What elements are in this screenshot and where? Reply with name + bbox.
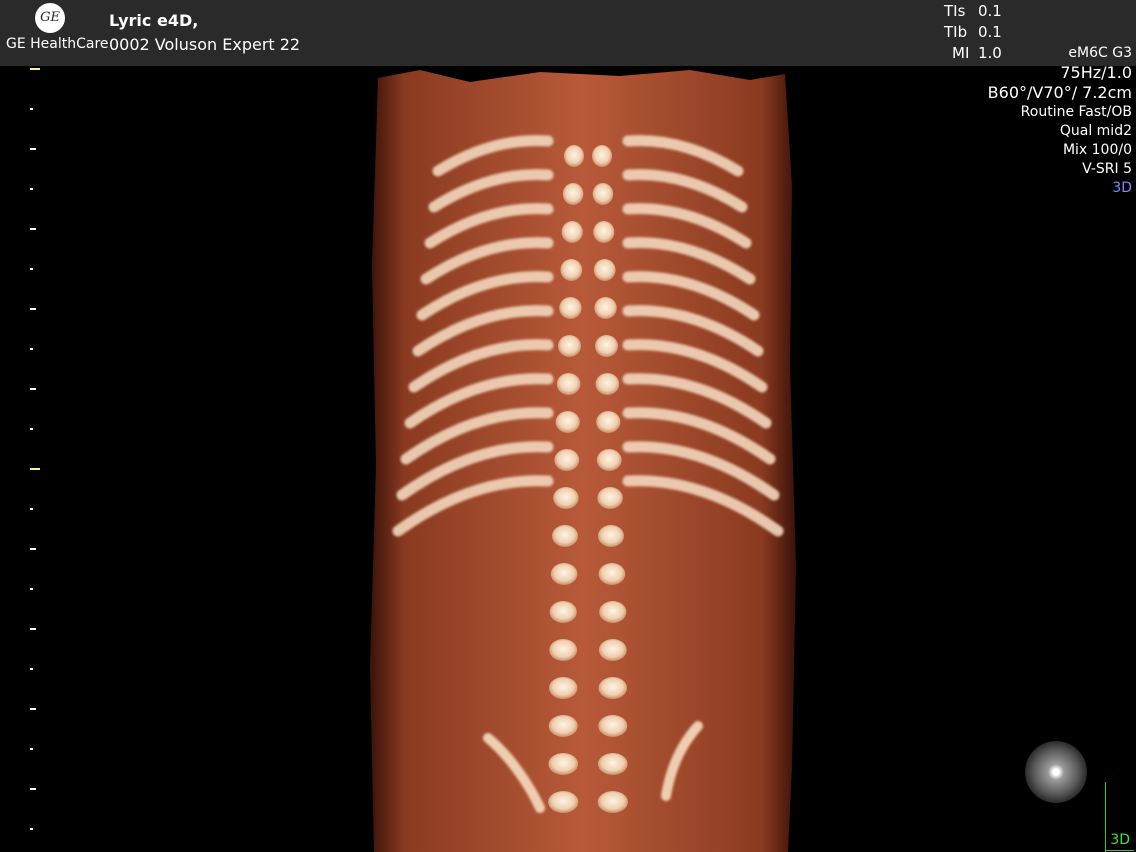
vertebra — [592, 145, 612, 167]
scale-tick — [30, 388, 36, 390]
vertebra — [562, 183, 584, 205]
vertebra — [596, 411, 621, 433]
scale-tick — [30, 588, 33, 590]
vertebra — [597, 791, 628, 813]
vertebra — [550, 563, 578, 585]
corner-bracket-bottom — [1106, 850, 1134, 851]
vertebra — [594, 297, 617, 319]
vertebra — [553, 487, 579, 509]
vertebra — [598, 563, 626, 585]
scale-tick — [30, 708, 36, 710]
vertebra — [548, 715, 578, 737]
angle-depth: B60°/V70°/ 7.2cm — [987, 83, 1132, 102]
scale-tick — [30, 188, 33, 190]
scale-tick — [30, 468, 40, 470]
vertebra — [556, 373, 581, 395]
tib-value: 0.1 — [978, 23, 1002, 41]
corner-mode-label: 3D — [1110, 832, 1130, 848]
tis-value: 0.1 — [978, 2, 1002, 20]
scale-tick — [30, 428, 33, 430]
vertebra — [593, 221, 615, 243]
header-bar: GE GE HealthCare Lyric e4D, 0002 Voluson… — [0, 0, 1136, 66]
probe-label: eM6C G3 — [1068, 45, 1132, 61]
study-name: Lyric e4D, — [109, 11, 199, 30]
vertebra — [558, 335, 581, 357]
vertebra — [549, 601, 577, 623]
corner-bracket — [1105, 782, 1106, 852]
scale-tick — [30, 148, 36, 150]
vertebra — [561, 221, 583, 243]
ge-logo-icon: GE — [35, 3, 65, 33]
parameter-panel: eM6C G3 75Hz/1.0 B60°/V70°/ 7.2cm Routin… — [988, 44, 1132, 198]
scale-tick — [30, 108, 33, 110]
vertebra — [598, 525, 624, 547]
vertebra — [554, 449, 580, 471]
scale-tick — [30, 508, 33, 510]
vertebra — [548, 753, 578, 775]
scale-tick — [30, 748, 33, 750]
vertebra — [548, 791, 579, 813]
scale-tick — [30, 828, 33, 830]
vertebra — [597, 487, 623, 509]
vertebra — [549, 677, 578, 699]
vertebra — [598, 639, 627, 661]
vertebra — [595, 373, 620, 395]
scale-tick — [30, 628, 36, 630]
scale-tick — [30, 68, 40, 70]
mix-label: Mix 100/0 — [1062, 142, 1132, 158]
vertebra — [596, 449, 622, 471]
scale-tick — [30, 788, 36, 790]
tissue-volume — [370, 70, 796, 852]
brand-name: GE HealthCare — [6, 36, 109, 52]
preset-label: Routine Fast/OB — [1020, 104, 1132, 120]
scale-tick — [30, 228, 36, 230]
tis-label: TIs — [944, 2, 966, 20]
quality-label: Qual mid2 — [1059, 123, 1132, 139]
vertebra — [549, 639, 578, 661]
vertebra — [592, 183, 614, 205]
scale-tick — [30, 348, 33, 350]
vertebra — [598, 753, 628, 775]
vertebra — [593, 259, 616, 281]
vertebra — [560, 259, 583, 281]
vertebra — [555, 411, 580, 433]
vsri-label: V-SRI 5 — [1082, 161, 1132, 177]
vertebra — [552, 525, 578, 547]
scale-tick — [30, 668, 33, 670]
scale-tick — [30, 308, 36, 310]
mode-label: 3D — [1112, 180, 1132, 196]
scale-tick — [30, 268, 33, 270]
scale-tick — [30, 548, 36, 550]
tib-label: TIb — [944, 23, 968, 41]
vertebra — [599, 601, 627, 623]
device-name: 0002 Voluson Expert 22 — [109, 35, 301, 54]
vertebra — [559, 297, 582, 319]
vertebra — [564, 145, 584, 167]
vertebra — [598, 715, 628, 737]
orientation-sphere-icon[interactable] — [1025, 741, 1087, 803]
volume-render-image — [370, 70, 796, 852]
vertebra — [598, 677, 627, 699]
frame-rate: 75Hz/1.0 — [1060, 63, 1132, 82]
vertebra — [595, 335, 618, 357]
